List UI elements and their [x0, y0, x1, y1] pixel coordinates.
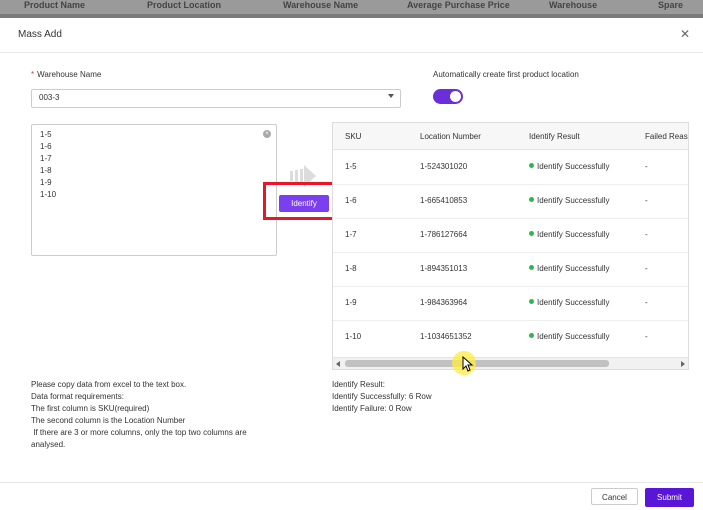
instruction-line: analysed.	[31, 440, 66, 449]
warehouse-label-text: Warehouse Name	[37, 70, 102, 79]
annotation-highlight-box	[263, 182, 343, 220]
cell-result-text: Identify Successfully	[537, 298, 610, 307]
cell-location: 1-894351013	[420, 264, 468, 273]
table-header: SKU Location Number Identify Result Fail…	[333, 123, 688, 150]
clear-icon[interactable]: ×	[263, 130, 271, 138]
cell-sku: 1-6	[345, 196, 357, 205]
identify-result-table: SKU Location Number Identify Result Fail…	[332, 122, 689, 370]
cell-result: Identify Successfully	[529, 298, 609, 307]
submit-button[interactable]: Submit	[645, 488, 694, 507]
warehouse-select-value: 003-3	[39, 93, 60, 102]
footer-divider	[0, 482, 703, 483]
background-table-header: Product Name Product Location Warehouse …	[0, 0, 703, 14]
auto-location-toggle[interactable]	[433, 89, 463, 104]
cell-result-text: Identify Successfully	[537, 230, 610, 239]
identify-failure-count: Identify Failure: 0 Row	[332, 404, 412, 413]
bg-header-average-purchase-price: Average Purchase Price	[407, 0, 510, 10]
identify-success-count: Identify Successfully: 6 Row	[332, 392, 432, 401]
cell-sku: 1-10	[345, 332, 362, 341]
textbox-line: 1-5	[40, 130, 52, 139]
table-row: 1-5 1-524301020 Identify Successfully -	[333, 150, 688, 185]
instruction-line: The first column is SKU(required)	[31, 404, 150, 413]
column-header-sku: SKU	[345, 132, 362, 141]
cell-failed-reason: -	[645, 230, 648, 239]
cell-location: 1-786127664	[420, 230, 468, 239]
textbox-line: 1-8	[40, 166, 52, 175]
mouse-pointer-icon	[462, 356, 474, 372]
scroll-right-icon[interactable]	[681, 361, 685, 367]
warehouse-select[interactable]: 003-3	[31, 89, 401, 108]
success-dot-icon	[529, 231, 534, 237]
close-icon[interactable]: ✕	[680, 27, 690, 41]
bg-header-spare: Spare	[658, 0, 684, 10]
instruction-line: The second column is the Location Number	[31, 416, 186, 425]
table-row: 1-10 1-1034651352 Identify Successfully …	[333, 320, 688, 354]
auto-location-label: Automatically create first product locat…	[433, 70, 579, 79]
cell-location: 1-524301020	[420, 162, 468, 171]
table-row: 1-9 1-984363964 Identify Successfully -	[333, 286, 688, 321]
identify-summary: Identify Result: Identify Successfully: …	[332, 379, 432, 415]
cell-result-text: Identify Successfully	[537, 162, 610, 171]
cell-result: Identify Successfully	[529, 332, 609, 341]
cell-failed-reason: -	[645, 332, 648, 341]
bg-header-warehouse: Warehouse	[549, 0, 598, 10]
success-dot-icon	[529, 265, 534, 271]
textbox-line: 1-6	[40, 142, 52, 151]
success-dot-icon	[529, 197, 534, 203]
cell-failed-reason: -	[645, 264, 648, 273]
scroll-left-icon[interactable]	[336, 361, 340, 367]
cell-failed-reason: -	[645, 196, 648, 205]
cell-result-text: Identify Successfully	[537, 264, 610, 273]
warehouse-label: * Warehouse Name	[31, 70, 101, 79]
chevron-down-icon	[388, 94, 394, 98]
column-header-failed-reason: Failed Reas	[645, 132, 688, 141]
modal-title: Mass Add	[18, 29, 62, 40]
instruction-line: Please copy data from excel to the text …	[31, 380, 187, 389]
cancel-button[interactable]: Cancel	[591, 488, 638, 505]
cell-location: 1-665410853	[420, 196, 468, 205]
mass-add-modal: Mass Add ✕ * Warehouse Name 003-3 Automat…	[0, 18, 703, 510]
bg-header-product-name: Product Name	[24, 0, 86, 10]
success-dot-icon	[529, 163, 534, 169]
instructions: Please copy data from excel to the text …	[31, 379, 247, 451]
cell-sku: 1-9	[345, 298, 357, 307]
cell-failed-reason: -	[645, 162, 648, 171]
table-row: 1-6 1-665410853 Identify Successfully -	[333, 184, 688, 219]
cell-location: 1-984363964	[420, 298, 468, 307]
table-row: 1-8 1-894351013 Identify Successfully -	[333, 252, 688, 287]
cell-result-text: Identify Successfully	[537, 196, 610, 205]
instruction-line: Data format requirements:	[31, 392, 124, 401]
cell-result: Identify Successfully	[529, 196, 609, 205]
identify-summary-title: Identify Result:	[332, 380, 385, 389]
cell-result: Identify Successfully	[529, 230, 609, 239]
cell-location: 1-1034651352	[420, 332, 472, 341]
success-dot-icon	[529, 333, 534, 339]
cell-sku: 1-8	[345, 264, 357, 273]
bg-header-warehouse-name: Warehouse Name	[283, 0, 359, 10]
required-mark: *	[31, 70, 35, 79]
header-divider	[0, 52, 703, 53]
cell-failed-reason: -	[645, 298, 648, 307]
column-header-location-number: Location Number	[420, 132, 481, 141]
textbox-line: 1-10	[40, 190, 57, 199]
cell-sku: 1-5	[345, 162, 357, 171]
cell-sku: 1-7	[345, 230, 357, 239]
toggle-knob	[450, 91, 461, 102]
cell-result: Identify Successfully	[529, 264, 609, 273]
cell-result: Identify Successfully	[529, 162, 609, 171]
column-header-identify-result: Identify Result	[529, 132, 580, 141]
data-textarea[interactable]: 1-5 1-6 1-7 1-8 1-9 1-10 ×	[31, 124, 277, 256]
instruction-line: If there are 3 or more columns, only the…	[31, 428, 247, 437]
scrollbar-thumb[interactable]	[345, 360, 609, 367]
horizontal-scrollbar[interactable]	[333, 357, 688, 369]
textbox-line: 1-9	[40, 178, 52, 187]
success-dot-icon	[529, 299, 534, 305]
table-row: 1-7 1-786127664 Identify Successfully -	[333, 218, 688, 253]
textbox-line: 1-7	[40, 154, 52, 163]
cell-result-text: Identify Successfully	[537, 332, 610, 341]
bg-header-product-location: Product Location	[147, 0, 221, 10]
